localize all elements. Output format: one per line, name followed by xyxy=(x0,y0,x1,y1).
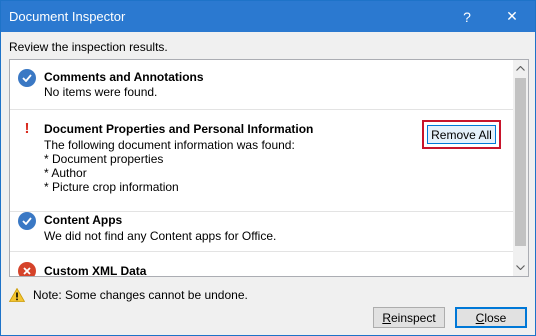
exclamation-icon: ! xyxy=(24,120,30,137)
close-accelerator: C xyxy=(475,310,485,325)
results-list[interactable]: Comments and Annotations No items were f… xyxy=(9,59,529,277)
result-item-comments: Comments and Annotations No items were f… xyxy=(10,60,513,110)
help-button[interactable]: ? xyxy=(444,1,490,32)
dialog-window: Document Inspector ? ✕ Review the inspec… xyxy=(0,0,536,336)
reinspect-accelerator: R xyxy=(382,310,391,325)
title-bar[interactable]: Document Inspector ? ✕ xyxy=(1,1,535,32)
close-icon: ✕ xyxy=(506,8,518,24)
help-icon: ? xyxy=(463,8,471,25)
result-title: Content Apps xyxy=(44,213,123,227)
window-title: Document Inspector xyxy=(9,9,126,24)
close-button[interactable]: Close xyxy=(455,307,527,328)
remove-all-button[interactable]: Remove All xyxy=(427,125,496,144)
error-icon xyxy=(18,262,36,276)
result-item-content-apps: Content Apps We did not find any Content… xyxy=(10,202,513,252)
undo-warning-note: Note: Some changes cannot be undone. xyxy=(33,288,248,302)
result-item-custom-xml: Custom XML Data xyxy=(10,252,513,277)
result-detail: * Picture crop information xyxy=(44,180,179,194)
result-detail: * Document properties xyxy=(44,152,164,166)
instructions-text: Review the inspection results. xyxy=(9,40,168,54)
result-item-document-properties: ! Document Properties and Personal Infor… xyxy=(10,110,513,212)
reinspect-button[interactable]: Reinspect xyxy=(373,307,445,328)
scrollbar-thumb[interactable] xyxy=(515,78,526,246)
result-detail: No items were found. xyxy=(44,85,158,99)
result-detail: The following document information was f… xyxy=(44,138,295,152)
close-label: lose xyxy=(484,310,507,325)
result-title: Custom XML Data xyxy=(44,264,147,277)
result-detail: We did not find any Content apps for Off… xyxy=(44,229,277,243)
result-detail: * Author xyxy=(44,166,87,180)
close-window-button[interactable]: ✕ xyxy=(489,1,535,32)
checkmark-icon xyxy=(18,212,36,230)
scroll-up-arrow-icon[interactable] xyxy=(513,60,528,77)
checkmark-icon xyxy=(18,69,36,87)
result-title: Comments and Annotations xyxy=(44,70,204,84)
result-title: Document Properties and Personal Informa… xyxy=(44,122,314,136)
vertical-scrollbar[interactable] xyxy=(513,60,528,276)
scroll-down-arrow-icon[interactable] xyxy=(513,259,528,276)
remove-all-highlight: Remove All xyxy=(422,120,501,149)
warning-icon xyxy=(8,287,26,302)
reinspect-label: einspect xyxy=(390,310,436,325)
